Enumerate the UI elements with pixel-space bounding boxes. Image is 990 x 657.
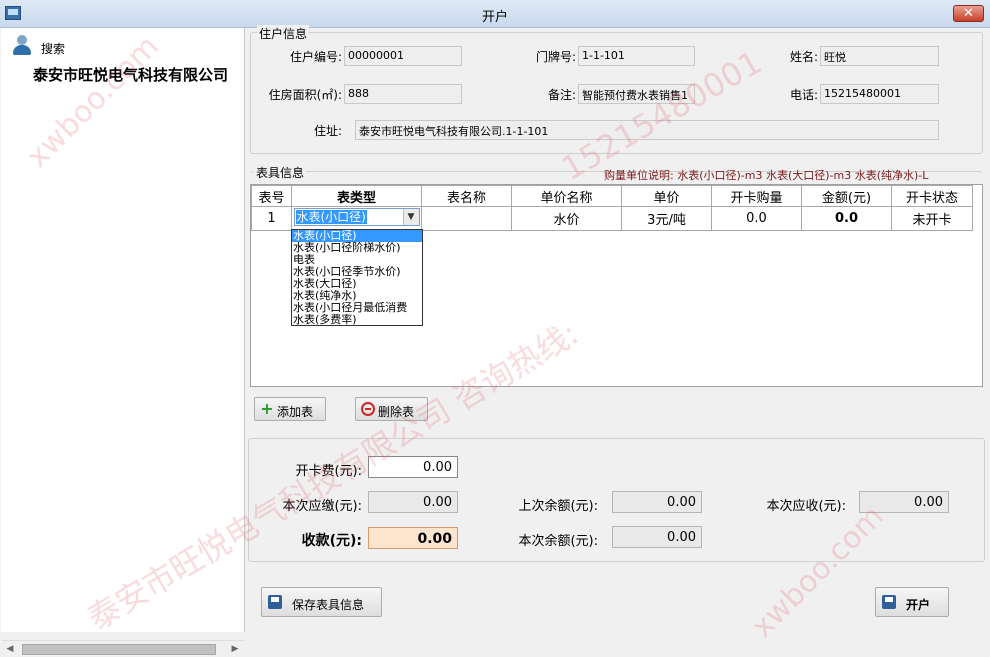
resident-info-title: 住户信息 xyxy=(257,25,310,42)
resident-id-label: 住户编号: xyxy=(289,50,342,64)
horizontal-scrollbar[interactable]: ◀ ▶ xyxy=(2,640,245,657)
remark-label: 备注: xyxy=(547,88,576,102)
name-field[interactable]: 旺悦 xyxy=(820,46,939,66)
due-label: 本次应缴(元): xyxy=(282,499,362,514)
address-field[interactable]: 泰安市旺悦电气科技有限公司.1-1-101 xyxy=(355,120,939,140)
dropdown-option[interactable]: 电表 xyxy=(292,254,422,266)
cell-meter-type[interactable]: 水表(小口径) ▼ xyxy=(291,206,422,231)
phone-label: 电话: xyxy=(789,88,818,102)
sidebar: 搜索 泰安市旺悦电气科技有限公司 ◀ ▶ xyxy=(1,28,245,657)
address-label: 住址: xyxy=(313,124,342,138)
plus-icon: + xyxy=(260,399,274,418)
meter-type-select[interactable]: 水表(小口径) ▼ xyxy=(293,208,420,226)
dropdown-option[interactable]: 水表(纯净水) xyxy=(292,290,422,302)
meter-info-title: 表具信息 xyxy=(254,164,307,181)
meter-type-selected: 水表(小口径) xyxy=(295,210,367,224)
col-header[interactable]: 开卡购量 xyxy=(711,185,802,207)
col-header[interactable]: 金额(元) xyxy=(801,185,892,207)
save-meter-info-button[interactable]: 保存表具信息 xyxy=(261,587,382,617)
dropdown-option[interactable]: 水表(小口径月最低消费 xyxy=(292,302,422,314)
remark-field[interactable]: 智能预付费水表销售1 xyxy=(578,84,695,104)
cell-meter-name[interactable] xyxy=(421,206,512,231)
last-balance-label: 上次余额(元): xyxy=(518,499,598,514)
save-icon xyxy=(882,595,896,609)
window-title: 开户 xyxy=(481,10,508,25)
door-number-field[interactable]: 1-1-101 xyxy=(578,46,695,66)
delete-meter-button[interactable]: 删除表 xyxy=(355,397,428,421)
dropdown-option[interactable]: 水表(小口径) xyxy=(292,230,422,242)
scroll-thumb[interactable] xyxy=(22,644,216,655)
cell-qty[interactable]: 0.0 xyxy=(711,206,802,231)
col-header[interactable]: 单价 xyxy=(621,185,712,207)
user-search-icon xyxy=(11,34,33,56)
open-account-button[interactable]: 开户 xyxy=(875,587,949,617)
area-field[interactable]: 888 xyxy=(344,84,462,104)
dropdown-option[interactable]: 水表(多费率) xyxy=(292,314,422,326)
card-fee-label: 开卡费(元): xyxy=(295,464,362,479)
resident-id-field[interactable]: 00000001 xyxy=(344,46,462,66)
col-header[interactable]: 表名称 xyxy=(421,185,512,207)
save-meter-info-label: 保存表具信息 xyxy=(292,598,365,612)
phone-field[interactable]: 15215480001 xyxy=(820,84,939,104)
title-bar: 开户 ✕ xyxy=(0,0,990,28)
delete-meter-label: 删除表 xyxy=(378,405,415,419)
col-header[interactable]: 开卡状态 xyxy=(891,185,973,207)
area-label: 住房面积(㎡): xyxy=(268,88,342,102)
last-balance-field[interactable]: 0.00 xyxy=(612,491,702,513)
table-row[interactable]: 1 水表(小口径) ▼ 水价 3元/吨 0.0 0.0 未开卡 xyxy=(251,206,973,231)
scroll-left-icon[interactable]: ◀ xyxy=(4,643,16,655)
receivable-field[interactable]: 0.00 xyxy=(859,491,949,513)
dropdown-option[interactable]: 水表(大口径) xyxy=(292,278,422,290)
table-header-row: 表号 表类型 表名称 单价名称 单价 开卡购量 金额(元) 开卡状态 xyxy=(251,185,973,207)
cell-price-name[interactable]: 水价 xyxy=(511,206,622,231)
col-header[interactable]: 表号 xyxy=(251,185,292,207)
dropdown-option[interactable]: 水表(小口径阶梯水价) xyxy=(292,242,422,254)
dropdown-option[interactable]: 水表(小口径季节水价) xyxy=(292,266,422,278)
open-account-label: 开户 xyxy=(906,598,931,612)
due-field[interactable]: 0.00 xyxy=(368,491,458,513)
close-button[interactable]: ✕ xyxy=(953,5,984,22)
cell-meter-no[interactable]: 1 xyxy=(251,206,292,231)
scroll-right-icon[interactable]: ▶ xyxy=(229,643,241,655)
search-label: 搜索 xyxy=(41,42,66,56)
cell-price[interactable]: 3元/吨 xyxy=(621,206,712,231)
receivable-label: 本次应收(元): xyxy=(766,499,846,514)
save-icon xyxy=(268,595,282,609)
col-header[interactable]: 表类型 xyxy=(291,185,422,207)
door-number-label: 门牌号: xyxy=(535,50,576,64)
cell-amount[interactable]: 0.0 xyxy=(801,206,892,231)
name-label: 姓名: xyxy=(789,50,818,64)
add-meter-button[interactable]: + 添加表 xyxy=(254,397,326,421)
meter-type-dropdown[interactable]: 水表(小口径) 水表(小口径阶梯水价) 电表 水表(小口径季节水价) 水表(大口… xyxy=(291,229,423,326)
tree-item-company[interactable]: 泰安市旺悦电气科技有限公司 xyxy=(33,64,245,85)
minus-circle-icon xyxy=(361,402,375,416)
add-meter-label: 添加表 xyxy=(277,405,314,419)
received-label: 收款(元): xyxy=(301,533,362,549)
balance-label: 本次余额(元): xyxy=(518,534,598,549)
card-fee-input[interactable]: 0.00 xyxy=(368,456,458,478)
cell-status[interactable]: 未开卡 xyxy=(891,206,973,231)
unit-note: 购量单位说明: 水表(小口径)-m3 水表(大口径)-m3 水表(纯净水)-L xyxy=(604,169,929,182)
chevron-down-icon[interactable]: ▼ xyxy=(402,209,419,225)
col-header[interactable]: 单价名称 xyxy=(511,185,622,207)
received-input[interactable]: 0.00 xyxy=(368,527,458,549)
balance-field[interactable]: 0.00 xyxy=(612,526,702,548)
